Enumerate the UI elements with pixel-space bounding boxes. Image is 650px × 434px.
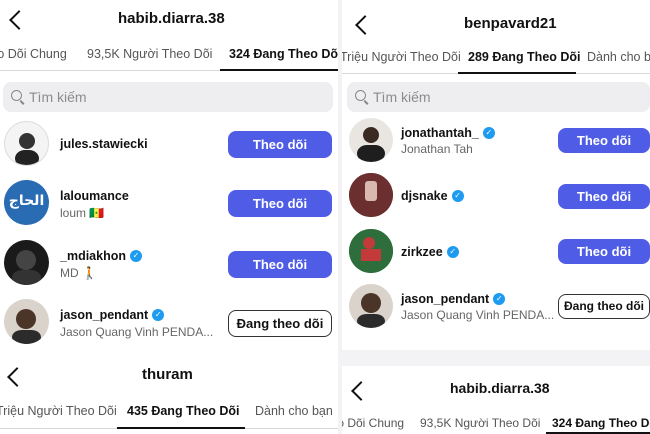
username-text: laloumance bbox=[60, 189, 129, 203]
username[interactable]: jonathantah_ ✓ bbox=[401, 126, 495, 140]
tab-followers[interactable]: 93,5K Người Theo Dõi bbox=[87, 47, 212, 61]
following-panel-habib: habib.diarra.38 ɔ Dõi Chung 93,5K Người … bbox=[0, 0, 338, 356]
following-panel-thuram: thuram Triệu Người Theo Dõi 435 Đang The… bbox=[0, 356, 338, 434]
username-text: _mdiakhon bbox=[60, 249, 126, 263]
tab-following[interactable]: 324 Đang Theo Dõi bbox=[229, 47, 338, 61]
search-icon bbox=[355, 90, 366, 101]
profile-title: benpavard21 bbox=[464, 15, 557, 32]
tab-followers[interactable]: Triệu Người Theo Dõi bbox=[342, 50, 461, 64]
username[interactable]: _mdiakhon ✓ bbox=[60, 249, 142, 263]
search-input[interactable]: Tìm kiếm bbox=[3, 82, 333, 112]
avatar-photo bbox=[349, 229, 393, 273]
tab-followers[interactable]: 93,5K Người Theo Dõi bbox=[420, 416, 540, 430]
username-text: jason_pendant bbox=[401, 292, 490, 306]
active-tab-underline bbox=[220, 69, 338, 71]
search-placeholder: Tìm kiếm bbox=[373, 89, 431, 105]
search-placeholder: Tìm kiếm bbox=[29, 89, 87, 105]
follow-button[interactable]: Theo dõi bbox=[228, 251, 332, 278]
avatar[interactable] bbox=[4, 299, 49, 344]
following-button[interactable]: Đang theo dõi bbox=[228, 310, 332, 337]
active-tab-underline bbox=[458, 72, 576, 74]
username[interactable]: djsnake ✓ bbox=[401, 189, 464, 203]
verified-badge-icon: ✓ bbox=[152, 309, 165, 321]
tab-for-you[interactable]: Dành cho bạn bbox=[255, 404, 333, 418]
profile-title: habib.diarra.38 bbox=[450, 380, 550, 396]
username[interactable]: jason_pendant ✓ bbox=[401, 292, 506, 306]
username-text: jules.stawiecki bbox=[60, 137, 148, 151]
verified-badge-icon: ✓ bbox=[482, 127, 495, 139]
verified-badge-icon: ✓ bbox=[130, 250, 142, 262]
display-name: loum 🇸🇳 bbox=[60, 206, 105, 220]
search-icon bbox=[11, 90, 22, 101]
follow-button[interactable]: Theo dõi bbox=[558, 128, 650, 153]
avatar[interactable] bbox=[4, 121, 49, 166]
avatar-photo bbox=[357, 293, 385, 328]
avatar-logo-text: الحاج bbox=[8, 192, 45, 208]
active-tab-underline bbox=[117, 427, 245, 429]
tab-for-you[interactable]: Dành cho bạ bbox=[587, 50, 650, 64]
avatar-photo bbox=[349, 173, 393, 217]
avatar-photo bbox=[357, 127, 385, 162]
profile-title: habib.diarra.38 bbox=[118, 10, 225, 27]
username-text: djsnake bbox=[401, 189, 448, 203]
display-name: MD 🚶 bbox=[60, 266, 97, 280]
back-arrow-icon[interactable] bbox=[355, 15, 375, 35]
avatar[interactable] bbox=[349, 229, 393, 273]
following-panel-benpavard: benpavard21 Triệu Người Theo Dõi 289 Đan… bbox=[342, 0, 650, 350]
username[interactable]: laloumance bbox=[60, 189, 129, 203]
back-arrow-icon[interactable] bbox=[9, 10, 29, 30]
search-input[interactable]: Tìm kiếm bbox=[347, 82, 650, 112]
avatar[interactable] bbox=[349, 284, 393, 328]
back-arrow-icon[interactable] bbox=[7, 367, 27, 387]
username[interactable]: jules.stawiecki bbox=[60, 137, 148, 151]
follow-button[interactable]: Theo dõi bbox=[558, 184, 650, 209]
tab-mutual[interactable]: ɔ Dõi Chung bbox=[0, 47, 67, 61]
avatar[interactable] bbox=[4, 240, 49, 285]
avatar-photo bbox=[15, 133, 39, 165]
profile-title: thuram bbox=[142, 366, 193, 383]
username[interactable]: jason_pendant ✓ bbox=[60, 308, 165, 322]
display-name: Jonathan Tah bbox=[401, 142, 473, 156]
avatar-photo bbox=[12, 309, 41, 344]
follow-button[interactable]: Theo dõi bbox=[228, 190, 332, 217]
username-text: jonathantah_ bbox=[401, 126, 479, 140]
tab-following[interactable]: 289 Đang Theo Dõi bbox=[468, 50, 581, 64]
avatar[interactable]: الحاج bbox=[4, 180, 49, 225]
tab-following[interactable]: 324 Đang Theo Dõi bbox=[552, 416, 650, 430]
following-button[interactable]: Đang theo dõi bbox=[558, 294, 650, 319]
display-name: Jason Quang Vinh PENDA... bbox=[401, 308, 555, 322]
follow-button[interactable]: Theo dõi bbox=[228, 131, 332, 158]
follow-button[interactable]: Theo dõi bbox=[558, 239, 650, 264]
avatar[interactable] bbox=[349, 173, 393, 217]
tab-following[interactable]: 435 Đang Theo Dõi bbox=[127, 404, 240, 418]
username-text: jason_pendant bbox=[60, 308, 149, 322]
username-text: zirkzee bbox=[401, 245, 443, 259]
tab-followers[interactable]: Triệu Người Theo Dõi bbox=[0, 404, 117, 418]
following-panel-habib-repeat: habib.diarra.38 ɔ Dõi Chung 93,5K Người … bbox=[342, 366, 650, 434]
verified-badge-icon: ✓ bbox=[451, 190, 464, 202]
avatar[interactable] bbox=[349, 118, 393, 162]
verified-badge-icon: ✓ bbox=[493, 293, 506, 305]
display-name: Jason Quang Vinh PENDA... bbox=[60, 325, 214, 339]
username[interactable]: zirkzee ✓ bbox=[401, 245, 459, 259]
verified-badge-icon: ✓ bbox=[446, 246, 459, 258]
tab-mutual[interactable]: ɔ Dõi Chung bbox=[342, 416, 404, 430]
back-arrow-icon[interactable] bbox=[351, 381, 371, 401]
avatar-photo bbox=[12, 250, 41, 285]
